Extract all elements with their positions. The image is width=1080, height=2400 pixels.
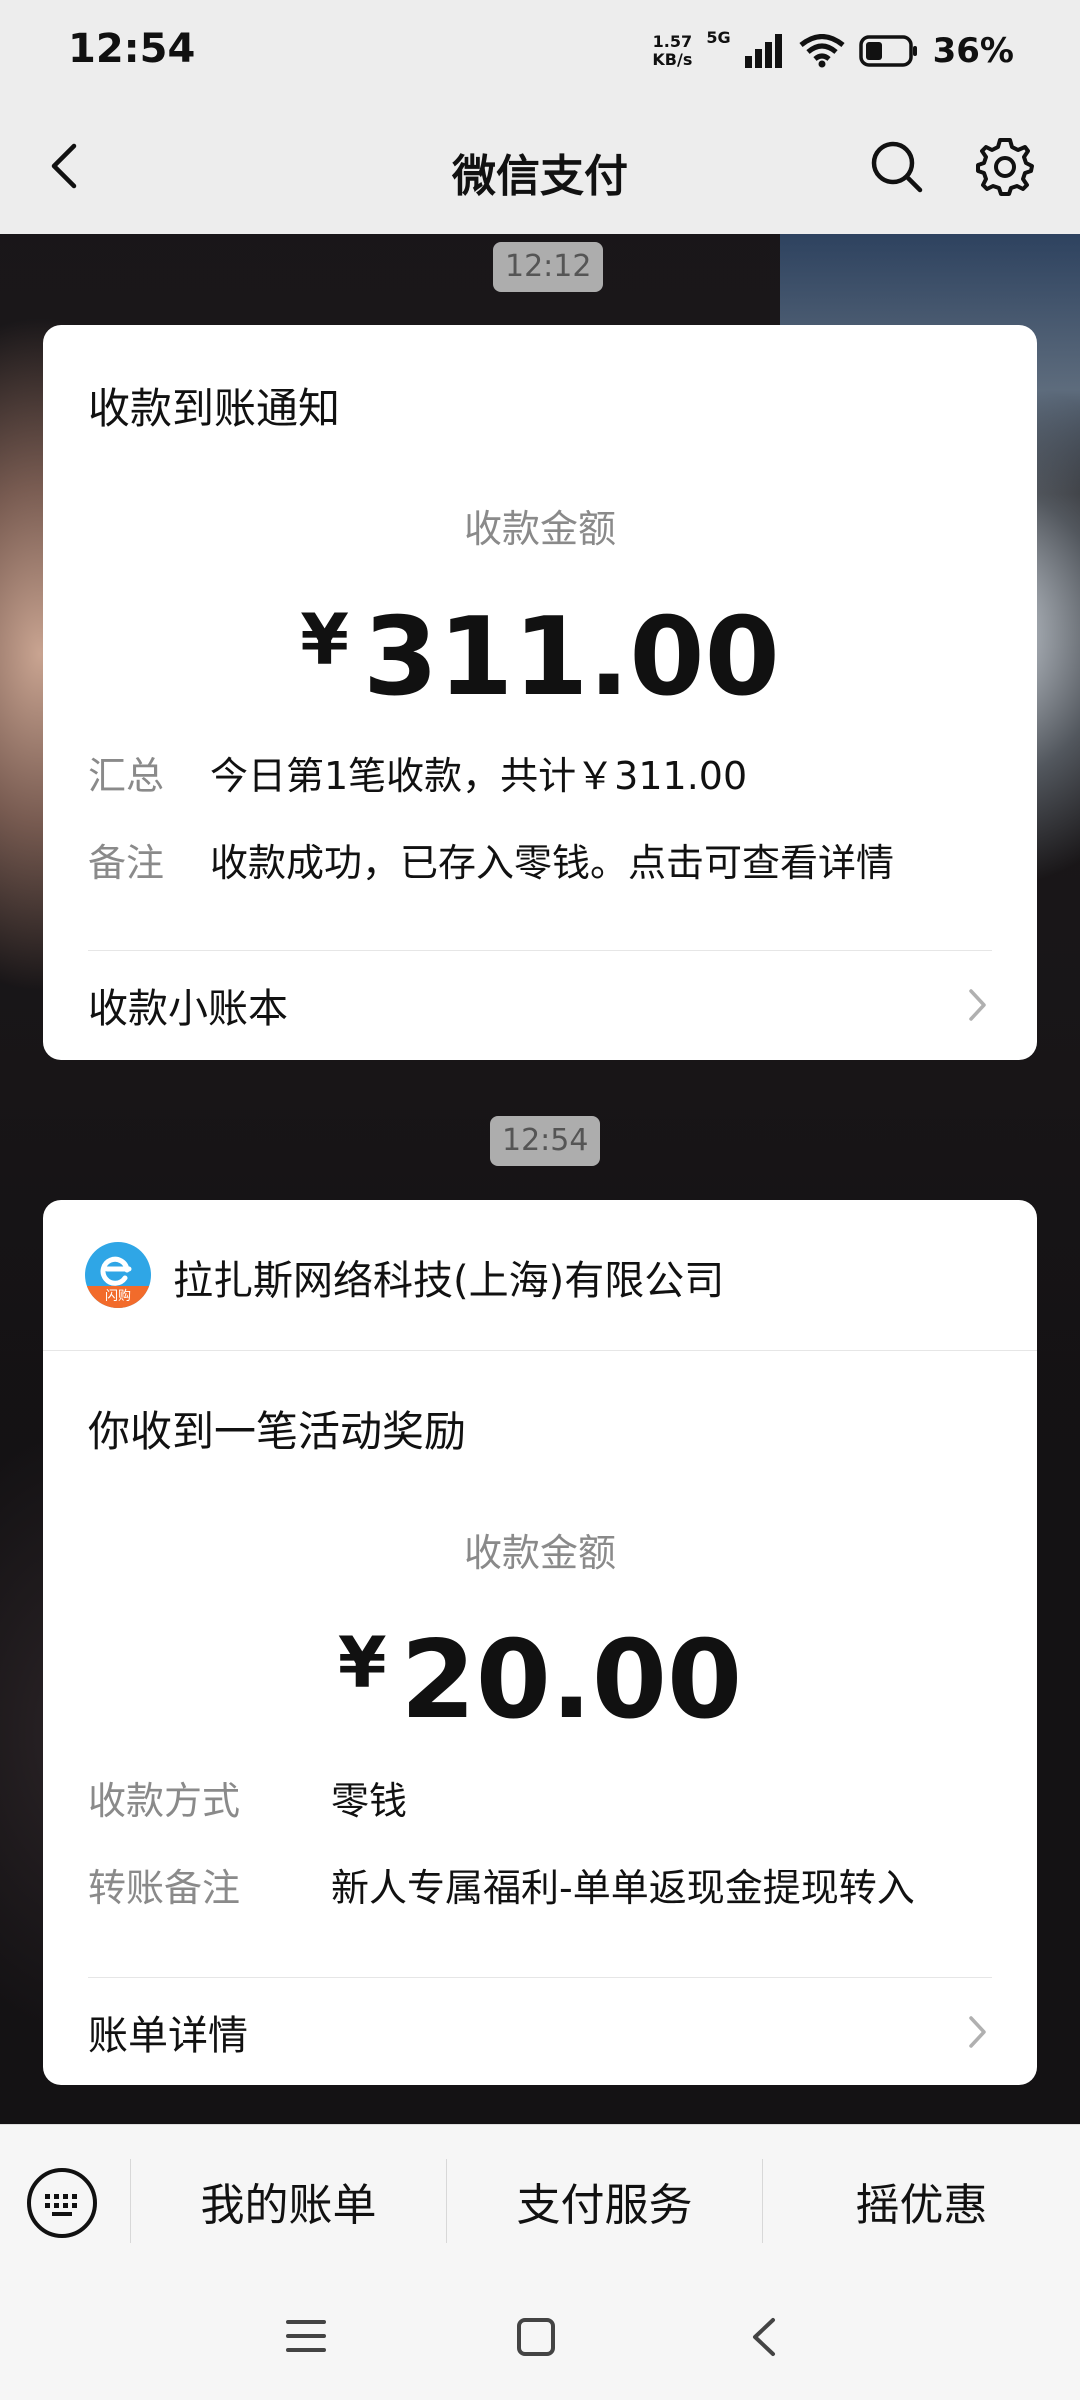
amount-number: 311.00 bbox=[362, 595, 780, 720]
ledger-link[interactable]: 收款小账本 bbox=[88, 955, 992, 1055]
status-time: 12:54 bbox=[68, 26, 196, 72]
summary-label: 汇总 bbox=[88, 754, 165, 798]
amount-label: 收款金额 bbox=[463, 1531, 616, 1575]
currency-symbol: ¥ bbox=[300, 599, 349, 681]
menu-shake-offers[interactable]: 摇优惠 bbox=[763, 2125, 1080, 2277]
transfer-note-value: 新人专属福利-单单返现金提现转入 bbox=[331, 1866, 915, 1910]
status-bar: 12:54 1.57 KB/s 5G 36% bbox=[0, 0, 1080, 100]
note-row: 备注 收款成功，已存入零钱。点击可查看详情 bbox=[88, 832, 894, 887]
nav-bar: 微信支付 bbox=[0, 100, 1080, 234]
battery-icon bbox=[858, 35, 917, 67]
net-speed-value: 1.57 bbox=[652, 32, 693, 51]
card-divider bbox=[88, 1977, 992, 1978]
message-timestamp: 12:54 bbox=[490, 1116, 601, 1166]
battery-percent: 36% bbox=[932, 31, 1014, 71]
chevron-right-icon bbox=[969, 2016, 986, 2048]
keyboard-icon[interactable] bbox=[26, 2167, 98, 2239]
card-divider bbox=[88, 950, 992, 951]
amount-value: ¥20.00 bbox=[43, 1618, 1037, 1743]
ledger-link-label: 收款小账本 bbox=[88, 986, 288, 1032]
activity-reward-card[interactable]: 闪购 拉扎斯网络科技(上海)有限公司 你收到一笔活动奖励 收款金额 ¥20.00… bbox=[43, 1200, 1037, 2085]
note-label: 备注 bbox=[88, 841, 165, 885]
network-type: 5G bbox=[706, 28, 731, 47]
summary-row: 汇总 今日第1笔收款，共计￥311.00 bbox=[88, 745, 747, 800]
gear-icon[interactable] bbox=[975, 136, 1035, 196]
bill-details-label: 账单详情 bbox=[88, 2013, 248, 2059]
payment-method-value: 零钱 bbox=[331, 1779, 408, 1823]
payment-method-label: 收款方式 bbox=[88, 1779, 241, 1823]
menu-my-bills[interactable]: 我的账单 bbox=[131, 2125, 446, 2277]
note-value: 收款成功，已存入零钱。点击可查看详情 bbox=[210, 841, 895, 885]
merchant-name: 拉扎斯网络科技(上海)有限公司 bbox=[173, 1258, 725, 1304]
signal-icon bbox=[744, 34, 782, 68]
amount-number: 20.00 bbox=[400, 1618, 743, 1743]
message-timestamp: 12:12 bbox=[493, 242, 604, 292]
net-speed: 1.57 KB/s bbox=[652, 33, 692, 69]
transfer-note-row: 转账备注 新人专属福利-单单返现金提现转入 bbox=[88, 1857, 915, 1912]
menu-payment-services[interactable]: 支付服务 bbox=[447, 2125, 762, 2277]
menu-icon[interactable] bbox=[285, 2316, 327, 2356]
search-icon[interactable] bbox=[868, 138, 924, 194]
merchant-header[interactable]: 闪购 拉扎斯网络科技(上海)有限公司 bbox=[43, 1200, 1037, 1351]
summary-value: 今日第1笔收款，共计￥311.00 bbox=[210, 754, 748, 798]
payment-method-row: 收款方式 零钱 bbox=[88, 1770, 407, 1825]
merchant-logo-text: 闪购 bbox=[104, 1289, 131, 1304]
merchant-logo: 闪购 bbox=[85, 1242, 151, 1308]
payment-received-card[interactable]: 收款到账通知 收款金额 ¥311.00 汇总 今日第1笔收款，共计￥311.00 … bbox=[43, 325, 1037, 1060]
currency-symbol: ¥ bbox=[337, 1622, 387, 1704]
back-icon[interactable] bbox=[745, 2316, 785, 2358]
home-icon[interactable] bbox=[515, 2316, 557, 2358]
card-title: 收款到账通知 bbox=[88, 384, 341, 433]
chevron-right-icon bbox=[969, 989, 986, 1021]
bill-details-link[interactable]: 账单详情 bbox=[88, 1982, 992, 2082]
wifi-icon bbox=[799, 34, 845, 68]
bottom-menu-bar: 我的账单 支付服务 摇优惠 bbox=[0, 2124, 1080, 2277]
system-nav-bar bbox=[0, 2276, 1080, 2400]
card-title: 你收到一笔活动奖励 bbox=[88, 1407, 467, 1456]
amount-label: 收款金额 bbox=[463, 507, 616, 551]
amount-value: ¥311.00 bbox=[43, 595, 1037, 720]
status-icons: 1.57 KB/s 5G 36% bbox=[652, 26, 1014, 76]
transfer-note-label: 转账备注 bbox=[88, 1866, 241, 1910]
net-speed-unit: KB/s bbox=[652, 50, 693, 69]
